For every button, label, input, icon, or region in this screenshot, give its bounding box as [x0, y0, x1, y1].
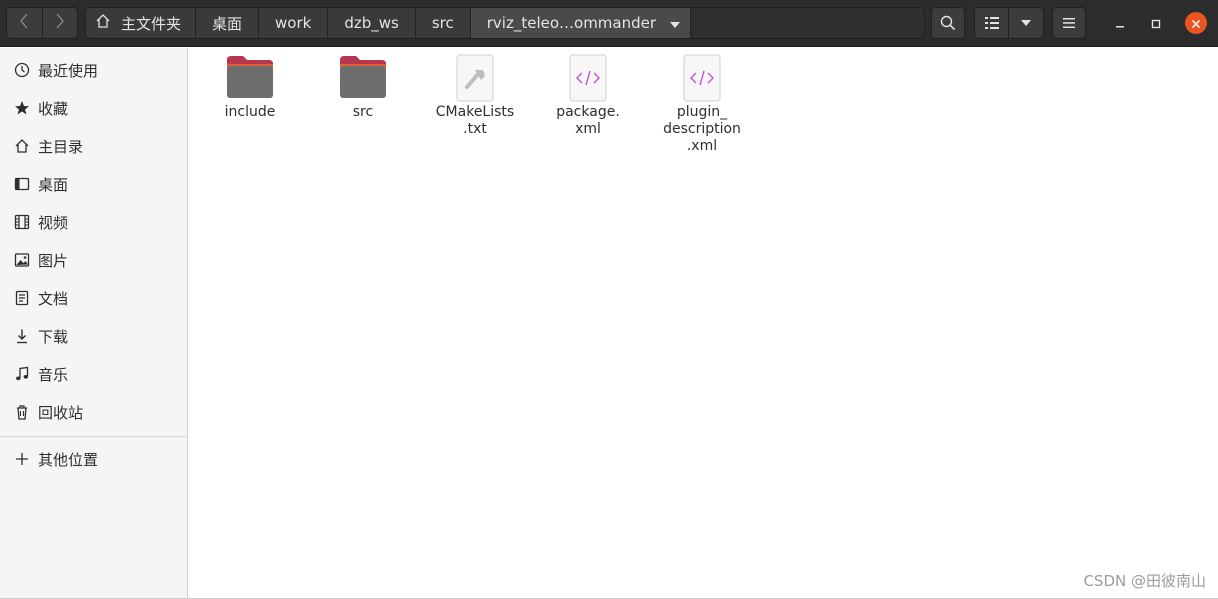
main-menu-button[interactable] [1052, 7, 1086, 39]
file-item-src[interactable]: src [317, 54, 409, 121]
sidebar-item-downloads[interactable]: 下载 [0, 317, 187, 355]
star-icon [13, 99, 31, 117]
chevron-left-icon [19, 13, 29, 33]
file-view: include src CMakeLists .txt package. xml… [189, 48, 1218, 599]
folder-icon [338, 54, 388, 102]
list-view-icon [984, 17, 999, 29]
sidebar-item-label: 下载 [38, 327, 69, 346]
watermark: CSDN @田彼南山 [1083, 572, 1206, 590]
plus-icon [13, 450, 31, 468]
image-icon [13, 251, 31, 269]
maximize-button[interactable] [1145, 12, 1167, 34]
file-name: src [352, 104, 374, 120]
sidebar-item-recent[interactable]: 最近使用 [0, 51, 187, 89]
breadcrumb-label: dzb_ws [344, 14, 399, 32]
sidebar-item-label: 音乐 [38, 365, 69, 384]
maximize-icon [1151, 14, 1161, 33]
breadcrumb-home[interactable]: 主文件夹 [86, 8, 197, 38]
file-name: plugin_ description .xml [663, 104, 741, 154]
close-button[interactable] [1185, 12, 1207, 34]
hamburger-menu-icon [1063, 18, 1075, 28]
sidebar-item-label: 桌面 [38, 175, 69, 194]
sidebar-item-label: 视频 [38, 213, 69, 232]
sidebar-item-music[interactable]: 音乐 [0, 355, 187, 393]
video-icon [13, 213, 31, 231]
file-name: CMakeLists .txt [435, 104, 515, 137]
list-view-button[interactable] [975, 8, 1010, 38]
xml-file-icon [563, 54, 613, 102]
sidebar-item-trash[interactable]: 回收站 [0, 393, 187, 431]
sidebar-item-starred[interactable]: 收藏 [0, 89, 187, 127]
sidebar-item-label: 图片 [38, 251, 69, 270]
breadcrumb-label: src [431, 14, 454, 32]
breadcrumb-work[interactable]: work [259, 8, 329, 38]
back-button[interactable] [7, 8, 42, 38]
sidebar-item-label: 文档 [38, 289, 69, 308]
chevron-down-icon [1021, 20, 1031, 26]
breadcrumb-empty-area [691, 8, 924, 38]
sidebar-item-label: 其他位置 [38, 450, 99, 469]
forward-button[interactable] [41, 8, 77, 38]
breadcrumb-desktop[interactable]: 桌面 [196, 8, 260, 38]
sidebar-item-label: 收藏 [38, 99, 69, 118]
download-icon [13, 327, 31, 345]
file-item-include[interactable]: include [204, 54, 296, 121]
sidebar-item-other-locations[interactable]: 其他位置 [0, 440, 187, 478]
home-icon [95, 13, 111, 33]
minimize-button[interactable] [1109, 12, 1131, 34]
xml-file-icon [677, 54, 727, 102]
sidebar-item-documents[interactable]: 文档 [0, 279, 187, 317]
caret-down-icon[interactable] [670, 14, 681, 32]
sidebar-item-pictures[interactable]: 图片 [0, 241, 187, 279]
breadcrumb-src[interactable]: src [415, 8, 471, 38]
breadcrumb-label: 桌面 [212, 14, 243, 33]
minimize-icon [1115, 14, 1125, 33]
trash-icon [13, 403, 31, 421]
sidebar-item-label: 主目录 [38, 137, 84, 156]
sidebar-item-desktop[interactable]: 桌面 [0, 165, 187, 203]
breadcrumb-label: rviz_teleo…ommander [486, 14, 657, 32]
search-button[interactable] [931, 7, 965, 39]
file-name: include [224, 104, 276, 120]
header-bar: 主文件夹 桌面 work dzb_ws src rviz_teleo…omman… [0, 0, 1218, 47]
sidebar-item-home[interactable]: 主目录 [0, 127, 187, 165]
view-dropdown-button[interactable] [1009, 8, 1043, 38]
music-icon [13, 365, 31, 383]
close-icon [1191, 14, 1201, 33]
breadcrumb-label: 主文件夹 [121, 14, 182, 33]
desktop-icon [13, 175, 31, 193]
file-item-plugin-description-xml[interactable]: plugin_ description .xml [656, 54, 748, 155]
navigation-buttons [6, 7, 78, 39]
folder-icon [225, 54, 275, 102]
view-options-group [974, 7, 1044, 39]
sidebar: 最近使用 收藏 主目录 桌面 视频 图片 文档 下载 音乐 回收站 其他位置 [0, 48, 188, 599]
home-icon [13, 137, 31, 155]
breadcrumb-label: work [275, 14, 312, 32]
document-icon [13, 289, 31, 307]
breadcrumb: 主文件夹 桌面 work dzb_ws src rviz_teleo…omman… [85, 7, 925, 39]
breadcrumb-dzb-ws[interactable]: dzb_ws [328, 8, 416, 38]
chevron-right-icon [55, 13, 65, 33]
sidebar-item-label: 最近使用 [38, 61, 99, 80]
file-item-package-xml[interactable]: package. xml [542, 54, 634, 138]
cmake-file-icon [450, 54, 500, 102]
file-name: package. xml [556, 104, 620, 137]
search-icon [940, 15, 956, 31]
clock-icon [13, 61, 31, 79]
sidebar-item-label: 回收站 [38, 403, 84, 422]
sidebar-item-videos[interactable]: 视频 [0, 203, 187, 241]
file-item-cmakelists[interactable]: CMakeLists .txt [429, 54, 521, 138]
breadcrumb-current[interactable]: rviz_teleo…ommander [470, 8, 692, 38]
sidebar-divider [0, 436, 187, 437]
